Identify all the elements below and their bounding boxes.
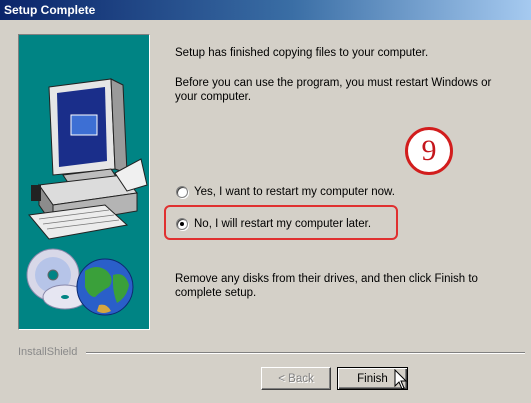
restart-now-label: Yes, I want to restart my computer now. [194, 186, 395, 198]
setup-illustration [18, 34, 150, 330]
restart-now-option[interactable]: Yes, I want to restart my computer now. [176, 186, 395, 198]
files-copied-message: Setup has finished copying files to your… [175, 47, 429, 59]
installshield-brand: InstallShield [18, 346, 82, 358]
restart-later-label: No, I will restart my computer later. [194, 218, 372, 230]
footer-divider [86, 352, 525, 354]
window-title-bar: Setup Complete [0, 0, 531, 20]
radio-button-checked-icon[interactable] [176, 218, 188, 230]
radio-button-icon[interactable] [176, 186, 188, 198]
computer-icon [28, 78, 148, 240]
remove-disks-message: Remove any disks from their drives, and … [175, 273, 478, 299]
globe-icon [76, 258, 134, 316]
restart-required-message: Before you can use the program, you must… [175, 77, 492, 103]
back-button[interactable]: < Back [261, 367, 331, 390]
window-title: Setup Complete [4, 3, 96, 17]
restart-later-option[interactable]: No, I will restart my computer later. [176, 218, 371, 230]
step-number-badge: 9 [405, 127, 453, 175]
mouse-pointer-icon [394, 369, 408, 390]
